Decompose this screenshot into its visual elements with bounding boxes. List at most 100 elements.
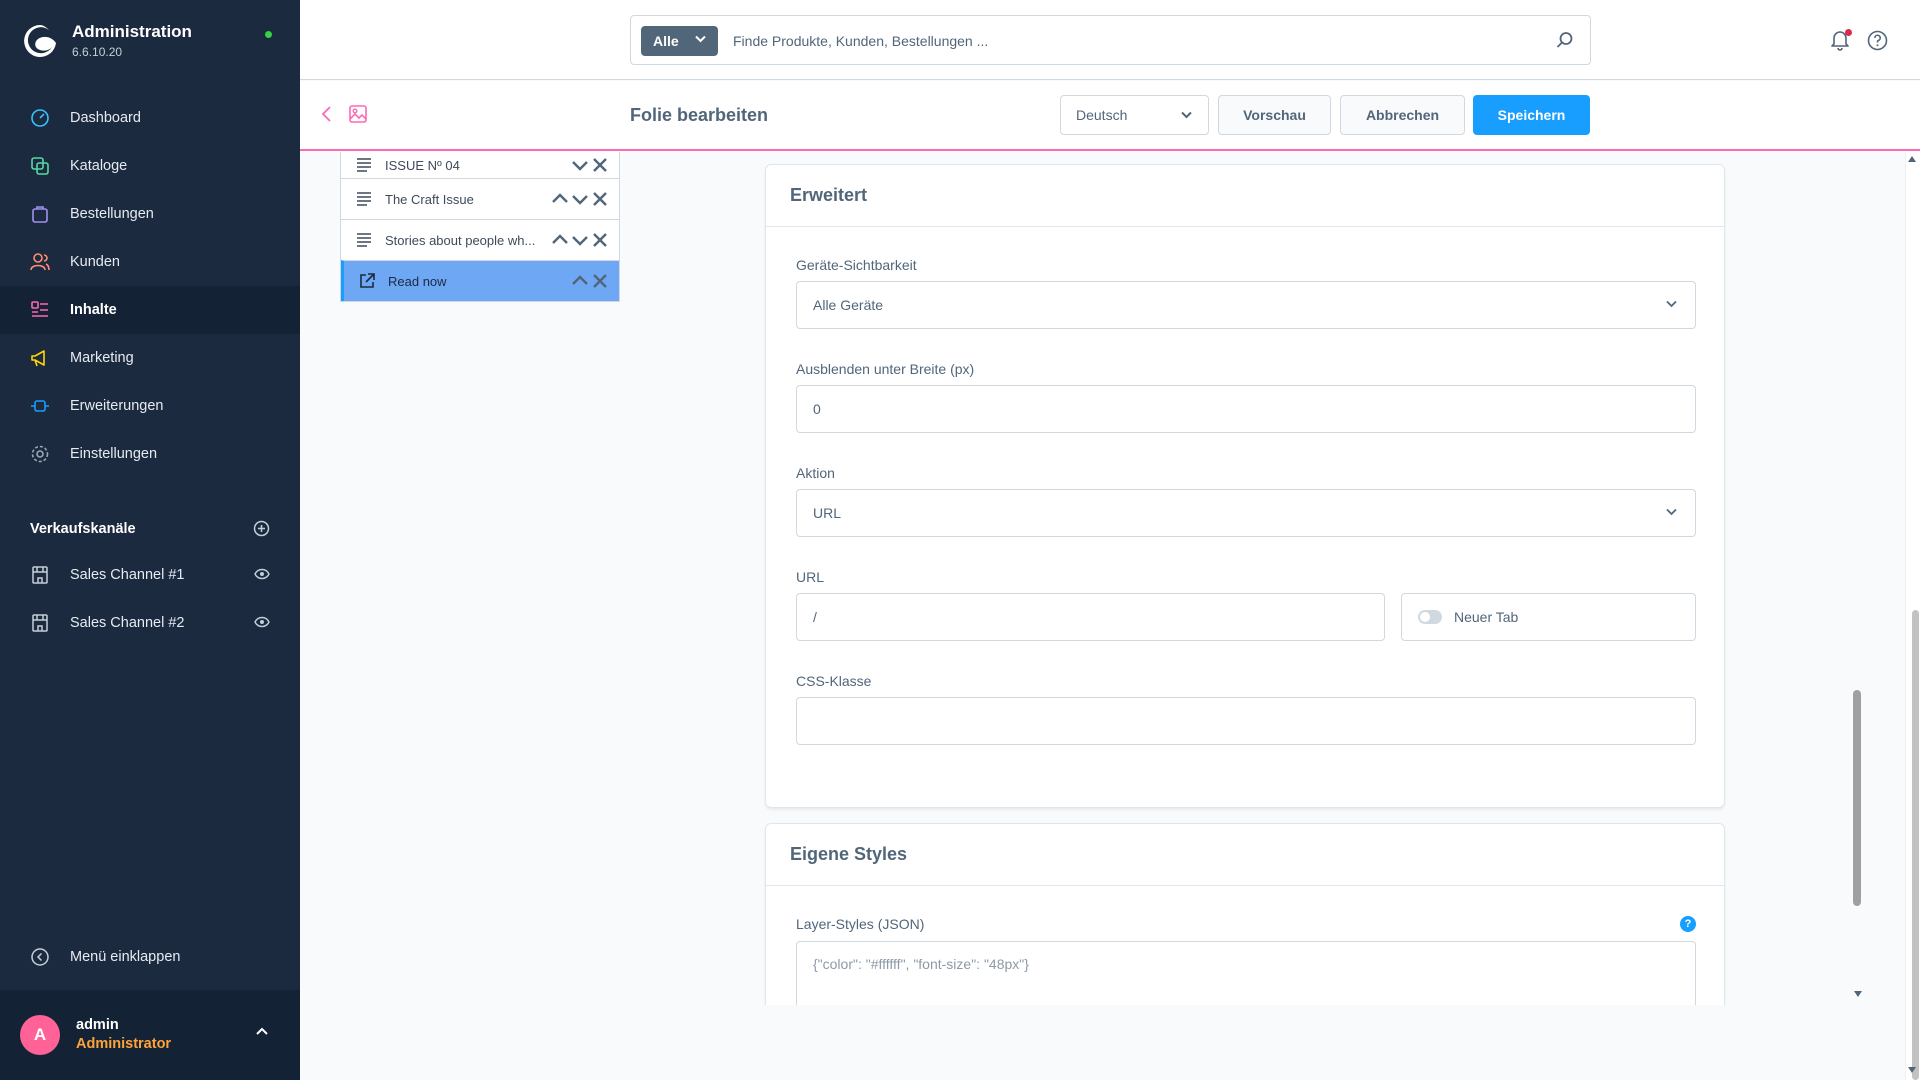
nav-item-customers[interactable]: Kunden [0, 238, 300, 286]
user-role: Administrator [76, 1036, 172, 1052]
nav-label: Bestellungen [70, 206, 154, 222]
chevron-down-icon [695, 35, 706, 43]
user-name: admin [76, 1017, 119, 1033]
chevron-down-icon [1666, 508, 1677, 516]
brand[interactable]: Administration 6.6.10.20 [22, 22, 192, 59]
brand-title: Administration [72, 22, 192, 41]
sales-channel-item[interactable]: Sales Channel #2 [0, 599, 300, 647]
cancel-button[interactable]: Abbrechen [1340, 95, 1465, 135]
element-label: ISSUE Nº 04 [385, 157, 460, 173]
remove-icon[interactable] [591, 231, 609, 249]
text-icon [357, 192, 371, 206]
visibility-label: Geräte-Sichtbarkeit [796, 257, 917, 273]
storefront-icon [32, 614, 48, 632]
sales-channel-item[interactable]: Sales Channel #1 [0, 551, 300, 599]
move-up-icon[interactable] [551, 190, 569, 208]
action-label: Aktion [796, 465, 835, 481]
element-label: Read now [388, 273, 447, 289]
element-label: Stories about people wh... [385, 232, 536, 248]
search-type-select[interactable]: Alle [641, 26, 718, 56]
remove-icon[interactable] [591, 272, 609, 290]
element-actions [551, 231, 609, 249]
new-tab-label: Neuer Tab [1454, 609, 1519, 625]
move-up-icon[interactable] [551, 231, 569, 249]
global-search: Alle [630, 15, 1591, 65]
notification-badge [1845, 29, 1852, 36]
nav-item-marketing[interactable]: Marketing [0, 334, 300, 382]
nav-item-content[interactable]: Inhalte [0, 286, 300, 334]
collapse-menu-button[interactable]: Menü einklappen [30, 947, 180, 967]
eye-icon[interactable] [254, 568, 270, 580]
status-indicator [265, 31, 272, 38]
hide-width-value: 0 [813, 401, 821, 417]
move-down-icon[interactable] [571, 190, 589, 208]
element-actions [551, 190, 609, 208]
nav-item-dashboard[interactable]: Dashboard [0, 94, 300, 142]
catalog-icon [31, 157, 49, 175]
search-icon[interactable] [1556, 31, 1574, 49]
save-button[interactable]: Speichern [1473, 95, 1590, 135]
nav-item-settings[interactable]: Einstellungen [0, 430, 300, 478]
move-down-icon[interactable] [571, 156, 589, 174]
remove-icon[interactable] [591, 156, 609, 174]
slide-element-item[interactable]: The Craft Issue [341, 178, 619, 219]
hide-width-input[interactable]: 0 [796, 385, 1696, 433]
css-class-input[interactable] [796, 697, 1696, 745]
sales-channel-label: Sales Channel #1 [70, 567, 185, 583]
move-down-icon[interactable] [571, 231, 589, 249]
url-input[interactable]: / [796, 593, 1385, 641]
scroll-down-arrow-icon[interactable] [1907, 1066, 1917, 1074]
help-badge-icon[interactable]: ? [1680, 916, 1696, 932]
advanced-card-title: Erweitert [766, 165, 1724, 227]
nav-item-extensions[interactable]: Erweiterungen [0, 382, 300, 430]
action-select[interactable]: URL [796, 489, 1696, 537]
extensions-icon [31, 400, 49, 412]
eye-icon[interactable] [254, 616, 270, 628]
scroll-up-arrow-icon[interactable] [1907, 155, 1917, 163]
slide-element-item[interactable]: ISSUE Nº 04 [341, 152, 619, 178]
chevron-left-circle-icon [31, 948, 49, 966]
page-scrollbar[interactable] [1912, 610, 1919, 1080]
preview-button[interactable]: Vorschau [1218, 95, 1331, 135]
add-sales-channel-icon[interactable] [253, 520, 270, 537]
text-icon [357, 158, 371, 172]
shopware-logo-icon [24, 24, 56, 57]
nav-label: Kunden [70, 254, 120, 270]
dashboard-icon [31, 109, 49, 127]
content-icon [31, 301, 48, 317]
brand-version: 6.6.10.20 [72, 45, 123, 59]
help-icon[interactable] [1867, 30, 1888, 51]
search-type-label: Alle [653, 33, 679, 49]
search-input[interactable] [733, 29, 1533, 53]
nav-label: Kataloge [70, 158, 128, 174]
orders-icon [32, 206, 48, 223]
slide-element-item-active[interactable]: Read now [341, 260, 619, 301]
visibility-value: Alle Geräte [813, 297, 884, 313]
external-link-icon [360, 273, 375, 288]
content-scrollbar[interactable] [1853, 690, 1861, 906]
move-up-icon[interactable] [571, 272, 589, 290]
chevron-down-icon [1181, 111, 1192, 119]
slide-element-item[interactable]: Stories about people wh... [341, 219, 619, 260]
custom-styles-title: Eigene Styles [766, 824, 1724, 886]
nav-item-catalogs[interactable]: Kataloge [0, 142, 300, 190]
element-label: The Craft Issue [385, 191, 474, 207]
chevron-down-icon [1666, 300, 1677, 308]
visibility-select[interactable]: Alle Geräte [796, 281, 1696, 329]
sales-channel-label: Sales Channel #2 [70, 615, 185, 631]
chevron-left-icon[interactable] [320, 105, 334, 123]
user-menu[interactable]: A admin Administrator [0, 990, 300, 1080]
new-tab-switch[interactable] [1418, 610, 1442, 624]
remove-icon[interactable] [591, 190, 609, 208]
text-icon [357, 233, 371, 247]
nav-item-orders[interactable]: Bestellungen [0, 190, 300, 238]
sales-channels-header: Verkaufskanäle [30, 520, 270, 537]
scroll-down-arrow-icon[interactable] [1853, 990, 1863, 998]
page-title: Folie bearbeiten [630, 105, 769, 125]
sidebar: Administration 6.6.10.20 Dashboard Katal… [0, 0, 300, 1080]
sales-channels-title: Verkaufskanäle [30, 520, 136, 537]
language-select[interactable]: Deutsch [1060, 95, 1209, 135]
marketing-icon [31, 350, 45, 367]
new-tab-toggle-field[interactable]: Neuer Tab [1401, 593, 1696, 641]
collapse-label: Menü einklappen [70, 949, 181, 965]
